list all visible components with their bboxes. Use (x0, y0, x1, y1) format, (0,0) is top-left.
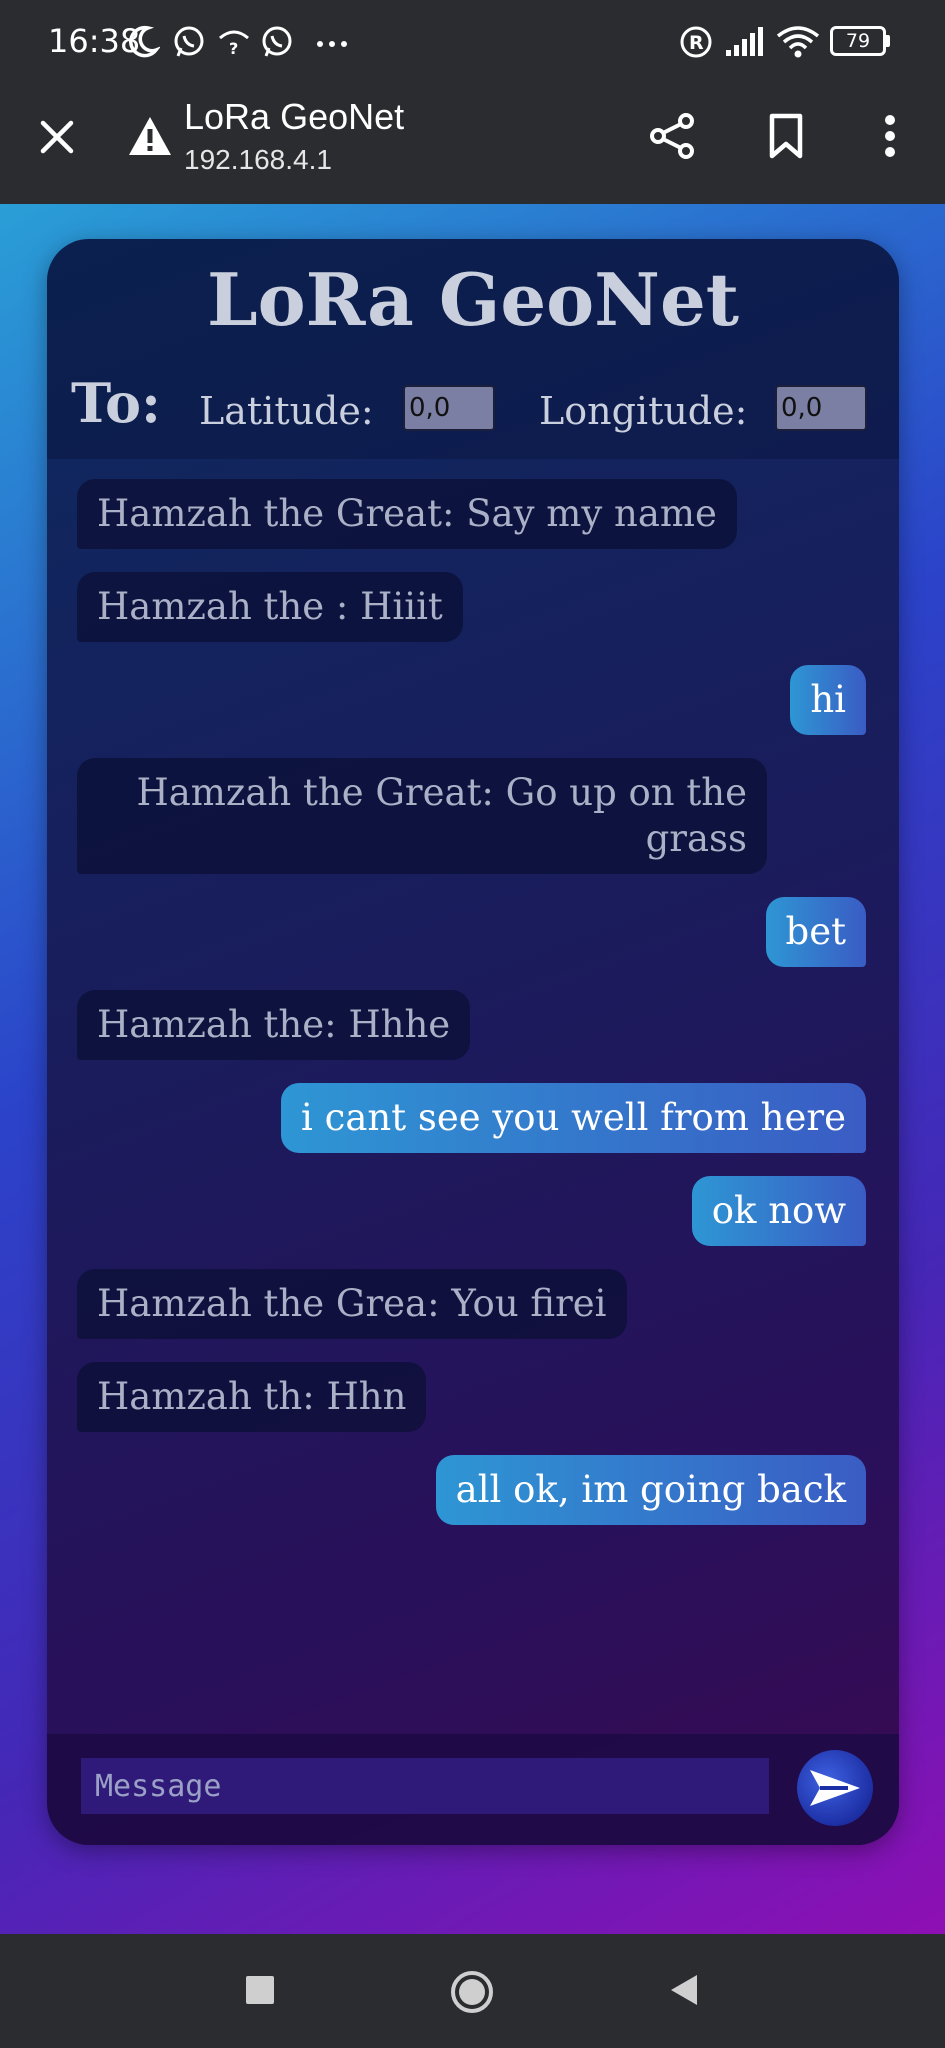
home-circle-icon (451, 1971, 493, 2013)
signal-icon (726, 27, 763, 56)
chat-card: LoRa GeoNet To: Latitude: Longitude: Ham… (47, 239, 899, 1845)
battery-tip (886, 35, 890, 47)
outgoing-message: hi (790, 665, 866, 735)
message-input[interactable] (81, 1758, 769, 1814)
incoming-message: Hamzah the Great: Go up on the grass (77, 758, 767, 874)
outgoing-message: ok now (691, 1176, 866, 1246)
incoming-message: Hamzah the : Hiiit (77, 572, 463, 642)
svg-text:R: R (689, 32, 704, 54)
whatsapp-icon (174, 26, 204, 57)
share-button[interactable] (642, 106, 702, 166)
back-triangle-icon (671, 1975, 697, 2005)
recents-button[interactable] (240, 1970, 280, 2010)
send-button[interactable] (797, 1750, 873, 1826)
send-icon (810, 1770, 860, 1806)
outgoing-message: i cant see you well from here (281, 1083, 866, 1153)
url-text[interactable]: 192.168.4.1 (184, 144, 332, 176)
home-button[interactable] (448, 1968, 496, 2016)
incoming-message: Hamzah the Great: Say my name (77, 479, 737, 549)
more-dots-icon (317, 41, 347, 47)
svg-text:?: ? (229, 39, 238, 58)
system-nav-bar (0, 1934, 945, 2048)
whatsapp-icon (262, 26, 292, 57)
registered-icon: R (680, 26, 712, 58)
close-icon (40, 120, 74, 154)
bookmark-icon (769, 113, 803, 159)
share-icon (650, 113, 694, 159)
incoming-message: Hamzah the Grea: You firei (77, 1269, 627, 1339)
web-page: LoRa GeoNet To: Latitude: Longitude: Ham… (0, 204, 945, 1934)
outgoing-message: all ok, im going back (435, 1455, 866, 1525)
wifi-question-icon: ? (219, 30, 249, 58)
moon-icon (129, 25, 160, 58)
warning-icon (129, 117, 171, 155)
longitude-input[interactable] (775, 385, 867, 431)
outgoing-message: bet (765, 897, 866, 967)
chat-header: LoRa GeoNet To: Latitude: Longitude: (47, 239, 899, 459)
to-label: To: (71, 371, 161, 435)
battery-icon: 79 (830, 26, 886, 56)
longitude-label: Longitude: (539, 389, 748, 433)
recents-square-icon (246, 1976, 274, 2004)
incoming-message: Hamzah th: Hhn (77, 1362, 427, 1432)
latitude-label: Latitude: (199, 389, 374, 433)
wifi-icon (776, 26, 820, 58)
browser-toolbar: LoRa GeoNet 192.168.4.1 (0, 84, 945, 204)
app-title: LoRa GeoNet (206, 257, 740, 342)
close-button[interactable] (30, 110, 84, 164)
tab-title: LoRa GeoNet (184, 96, 405, 137)
menu-button[interactable] (862, 106, 918, 166)
battery-level: 79 (845, 30, 871, 52)
site-info-button[interactable] (122, 108, 178, 164)
latitude-input[interactable] (403, 385, 495, 431)
back-button[interactable] (664, 1970, 704, 2010)
message-list[interactable]: Hamzah the Great: Say my name Hamzah the… (47, 459, 899, 1713)
status-bar: 16:38 ? R 79 (0, 0, 945, 84)
more-vertical-icon (885, 115, 895, 157)
bookmark-button[interactable] (756, 106, 816, 166)
incoming-message: Hamzah the: Hhhe (77, 990, 471, 1060)
message-composer (47, 1734, 899, 1845)
